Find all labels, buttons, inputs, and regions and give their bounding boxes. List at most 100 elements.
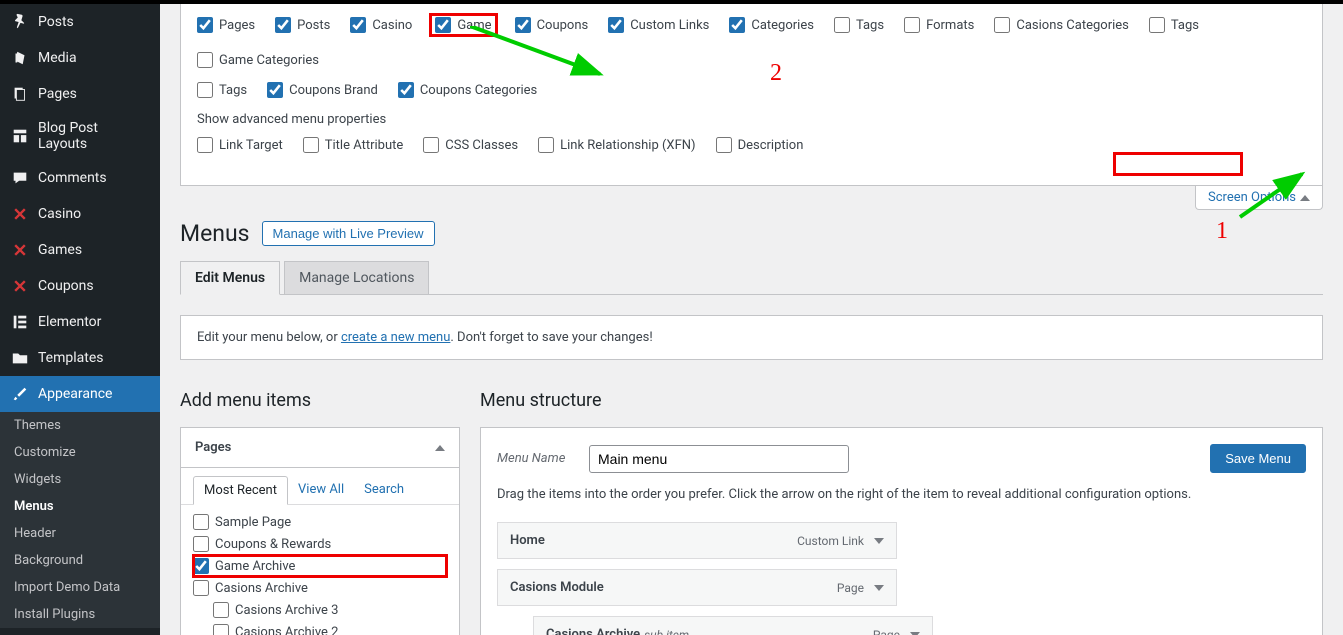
x-icon [10, 204, 30, 224]
page-checkbox[interactable] [193, 514, 209, 530]
checkbox-input[interactable] [197, 137, 213, 153]
sidebar-sub-import-demo-data[interactable]: Import Demo Data [0, 574, 160, 601]
page-item-1[interactable]: Coupons & Rewards [193, 533, 447, 555]
tab-view-all[interactable]: View All [288, 476, 354, 504]
tab-search[interactable]: Search [354, 476, 414, 504]
checkbox-input[interactable] [423, 137, 439, 153]
pages-list[interactable]: Sample PageCoupons & RewardsGame Archive… [181, 505, 459, 635]
screen-opt-8[interactable]: Formats [904, 16, 974, 34]
checkbox-input[interactable] [994, 17, 1010, 33]
checkbox-input[interactable] [729, 17, 745, 33]
sidebar-sub-background[interactable]: Background [0, 547, 160, 574]
sidebar-sub-themes[interactable]: Themes [0, 412, 160, 439]
screen-opt-r2-2[interactable]: Coupons Categories [398, 82, 537, 98]
checkbox-input[interactable] [275, 17, 291, 33]
checkbox-label: Title Attribute [325, 138, 404, 153]
menu-name-input[interactable] [589, 445, 849, 473]
menu-structure-panel: Menu Name Save Menu Drag the items into … [480, 427, 1323, 635]
page-checkbox[interactable] [213, 624, 229, 635]
sidebar-item-casino[interactable]: Casino [0, 196, 160, 232]
page-checkbox[interactable] [193, 580, 209, 596]
admin-sidebar: PostsMediaPagesBlog Post LayoutsComments… [0, 4, 160, 635]
screen-opt-2[interactable]: Casino [350, 16, 412, 34]
sidebar-item-coupons[interactable]: Coupons [0, 268, 160, 304]
sidebar-item-templates[interactable]: Templates [0, 340, 160, 376]
menu-item-0[interactable]: HomeCustom Link [497, 522, 897, 559]
screen-opt-4[interactable]: Coupons [515, 16, 589, 34]
page-item-4[interactable]: Casions Archive 3 [193, 599, 447, 621]
screen-opt-6[interactable]: Categories [729, 16, 814, 34]
checkbox-input[interactable] [834, 17, 850, 33]
adv-prop-3[interactable]: Link Relationship (XFN) [538, 137, 695, 153]
adv-prop-1[interactable]: Title Attribute [303, 137, 404, 153]
screen-opt-0[interactable]: Pages [197, 16, 255, 34]
sidebar-sub-widgets[interactable]: Widgets [0, 466, 160, 493]
page-checkbox[interactable] [193, 558, 209, 574]
sidebar-item-media[interactable]: Media [0, 40, 160, 76]
menu-item-2[interactable]: Casions Archive sub itemPage [533, 616, 933, 635]
create-menu-link[interactable]: create a new menu [341, 330, 450, 345]
checkbox-input[interactable] [398, 82, 414, 98]
page-item-5[interactable]: Casions Archive 2 [193, 621, 447, 635]
menu-notice: Edit your menu below, or create a new me… [180, 315, 1323, 360]
sidebar-item-games[interactable]: Games [0, 232, 160, 268]
screen-opt-7[interactable]: Tags [834, 16, 884, 34]
sidebar-item-posts[interactable]: Posts [0, 4, 160, 40]
sidebar-sub-customize[interactable]: Customize [0, 439, 160, 466]
adv-prop-2[interactable]: CSS Classes [423, 137, 518, 153]
screen-opt-5[interactable]: Custom Links [608, 16, 709, 34]
screen-opt-r2-0[interactable]: Tags [197, 82, 247, 98]
caret-down-icon[interactable] [874, 585, 884, 591]
sidebar-item-elementor[interactable]: Elementor [0, 304, 160, 340]
screen-opt-11[interactable]: Game Categories [197, 52, 319, 68]
checkbox-input[interactable] [1149, 17, 1165, 33]
save-menu-button[interactable]: Save Menu [1210, 444, 1306, 473]
checkbox-input[interactable] [197, 82, 213, 98]
page-item-2[interactable]: Game Archive [193, 555, 447, 577]
checkbox-input[interactable] [435, 17, 451, 33]
checkbox-input[interactable] [608, 17, 624, 33]
sidebar-item-blog-layouts[interactable]: Blog Post Layouts [0, 112, 160, 160]
pages-icon [10, 84, 30, 104]
sidebar-label: Templates [38, 350, 150, 366]
adv-prop-0[interactable]: Link Target [197, 137, 283, 153]
sidebar-item-pages[interactable]: Pages [0, 76, 160, 112]
sidebar-sub-header[interactable]: Header [0, 520, 160, 547]
checkbox-input[interactable] [904, 17, 920, 33]
screen-opt-3[interactable]: Game [432, 16, 494, 34]
checkbox-input[interactable] [303, 137, 319, 153]
checkbox-input[interactable] [197, 52, 213, 68]
screen-opt-10[interactable]: Tags [1149, 16, 1199, 34]
checkbox-input[interactable] [538, 137, 554, 153]
checkbox-input[interactable] [197, 17, 213, 33]
tab-most-recent[interactable]: Most Recent [193, 476, 288, 505]
page-item-3[interactable]: Casions Archive [193, 577, 447, 599]
caret-up-icon [435, 445, 445, 451]
menu-item-1[interactable]: Casions ModulePage [497, 569, 897, 606]
checkbox-input[interactable] [515, 17, 531, 33]
live-preview-button[interactable]: Manage with Live Preview [262, 221, 435, 246]
checkbox-input[interactable] [267, 82, 283, 98]
page-checkbox[interactable] [193, 536, 209, 552]
adv-prop-4[interactable]: Description [716, 137, 804, 153]
screen-opt-1[interactable]: Posts [275, 16, 330, 34]
checkbox-input[interactable] [350, 17, 366, 33]
caret-down-icon[interactable] [910, 632, 920, 635]
caret-down-icon[interactable] [874, 538, 884, 544]
pages-accordion: Pages Most Recent View All Search Sample… [180, 427, 460, 635]
screen-options-tab[interactable]: Screen Options [1195, 186, 1323, 210]
page-checkbox[interactable] [213, 602, 229, 618]
sidebar-sub-menus[interactable]: Menus [0, 493, 160, 520]
annotation-number-1: 1 [1216, 218, 1228, 245]
sidebar-item-appearance[interactable]: Appearance [0, 376, 160, 412]
sidebar-sub-install-plugins[interactable]: Install Plugins [0, 601, 160, 628]
screen-opt-9[interactable]: Casions Categories [994, 16, 1129, 34]
sidebar-item-comments[interactable]: Comments [0, 160, 160, 196]
tab-edit-menus[interactable]: Edit Menus [180, 261, 280, 295]
screen-opt-r2-1[interactable]: Coupons Brand [267, 82, 378, 98]
page-item-0[interactable]: Sample Page [193, 511, 447, 533]
pages-accordion-header[interactable]: Pages [181, 428, 459, 468]
checkbox-input[interactable] [716, 137, 732, 153]
menu-name-label: Menu Name [497, 451, 577, 466]
tab-manage-locations[interactable]: Manage Locations [284, 261, 429, 294]
